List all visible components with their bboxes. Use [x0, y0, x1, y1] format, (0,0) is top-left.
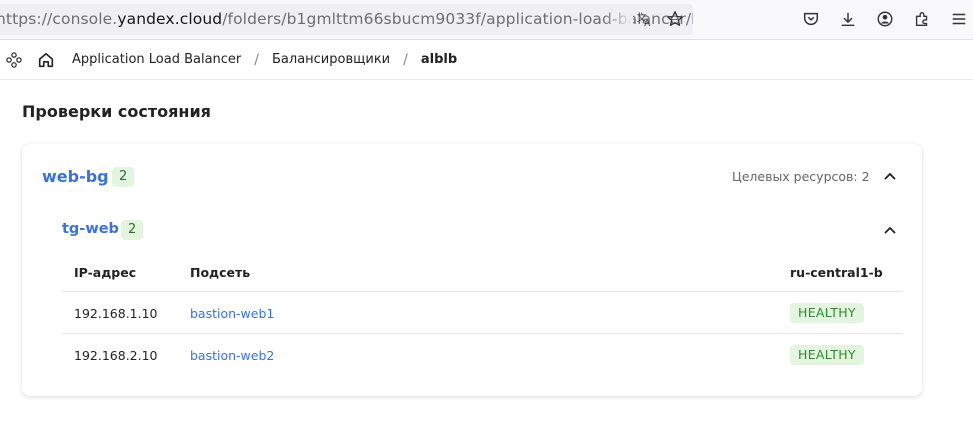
translate-icon[interactable]: 文A [635, 9, 655, 29]
backend-group-name: web-bg [42, 167, 109, 186]
table-divider [62, 291, 902, 292]
account-icon[interactable] [875, 9, 895, 29]
services-icon[interactable] [4, 50, 24, 70]
target-group-name: tg-web [62, 221, 119, 237]
url-bar-icons: 文A [635, 9, 685, 29]
bookmark-star-icon[interactable] [665, 9, 685, 29]
row-ip: 192.168.2.10 [74, 348, 158, 363]
page-title: Проверки состояния [22, 102, 211, 121]
browser-toolbar: https://console.yandex.cloud/folders/b1g… [0, 0, 973, 40]
url-text: https://console.yandex.cloud/folders/b1g… [0, 10, 693, 28]
menu-icon[interactable] [949, 9, 969, 29]
url-prefix: https://console. [0, 10, 118, 28]
breadcrumb: Application Load Balancer / Балансировщи… [0, 40, 973, 80]
status-badge: HEALTHY [790, 345, 864, 365]
breadcrumb-alb[interactable]: Application Load Balancer [72, 52, 241, 67]
breadcrumb-balancers[interactable]: Балансировщики [272, 52, 390, 67]
pocket-icon[interactable] [801, 9, 821, 29]
backend-group-count-badge: 2 [112, 167, 135, 187]
collapse-chevron-up-icon[interactable] [882, 222, 898, 238]
column-header-zone: ru-central1-b [790, 265, 883, 280]
url-bar[interactable]: https://console.yandex.cloud/folders/b1g… [0, 4, 693, 35]
url-host: yandex.cloud [117, 10, 223, 28]
extensions-icon[interactable] [912, 9, 932, 29]
column-header-ip: IP-адрес [74, 265, 137, 280]
row-subnet-link[interactable]: bastion-web2 [190, 348, 274, 363]
health-check-card: web-bg 2 Целевых ресурсов: 2 tg-web 2 IP… [22, 144, 922, 396]
collapse-chevron-up-icon[interactable] [882, 168, 898, 184]
table-divider [62, 333, 902, 334]
target-resources-count: Целевых ресурсов: 2 [732, 169, 870, 184]
download-icon[interactable] [838, 9, 858, 29]
breadcrumb-current: alblb [420, 52, 458, 67]
row-ip: 192.168.1.10 [74, 306, 158, 321]
home-icon[interactable] [36, 50, 56, 70]
url-fade [603, 4, 633, 35]
breadcrumb-separator: / [254, 51, 259, 68]
row-subnet-link[interactable]: bastion-web1 [190, 306, 274, 321]
browser-toolbar-right [801, 9, 969, 29]
target-group-count-badge: 2 [121, 220, 144, 240]
breadcrumb-separator: / [403, 51, 408, 68]
svg-text:A: A [644, 19, 651, 28]
status-badge: HEALTHY [790, 303, 864, 323]
column-header-subnet: Подсеть [190, 265, 251, 280]
